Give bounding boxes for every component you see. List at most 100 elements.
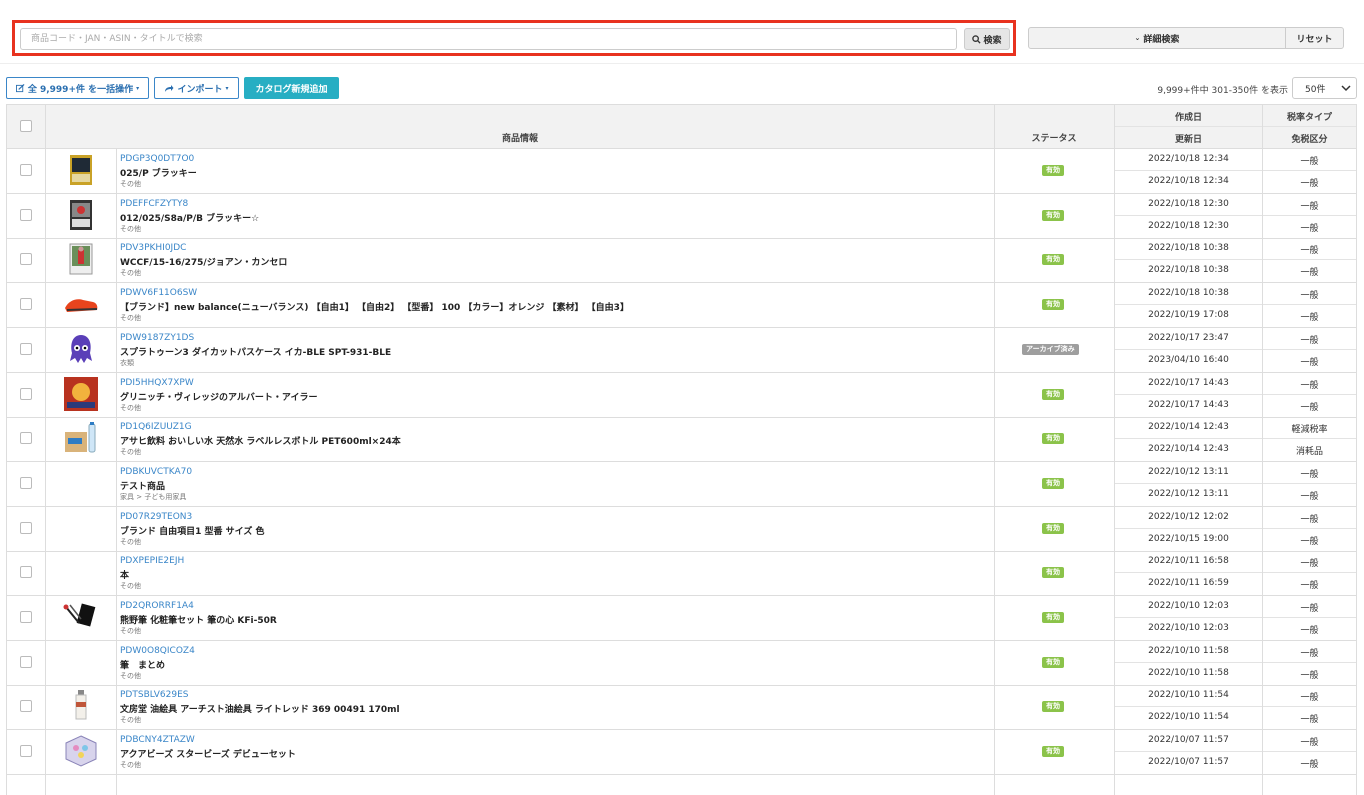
- row-checkbox[interactable]: [20, 208, 32, 221]
- product-code-link[interactable]: PD07R29TEON3: [120, 512, 192, 522]
- created-date: 2022/10/07 11:57: [1148, 735, 1229, 746]
- duty-type: 一般: [1300, 626, 1319, 636]
- row-split-line: [1115, 751, 1357, 753]
- product-title: 本: [120, 571, 130, 582]
- row-checkbox[interactable]: [20, 253, 32, 266]
- product-code-link[interactable]: PDGP3Q0DT7O0: [120, 154, 194, 164]
- product-table: 商品情報 ステータス 作成日 更新日 税率タイプ 免税区分 PDGP3Q0DT7…: [6, 104, 1357, 795]
- table-row[interactable]: PDBKUVCTKA70 テスト商品 家具 > 子ども用家具 有効 2022/10/12…: [6, 461, 1357, 507]
- updated-date: 2022/10/14 12:43: [1148, 444, 1229, 455]
- import-button[interactable]: インポート ▾: [154, 77, 239, 99]
- product-code-link[interactable]: PDBCNY4ZTAZW: [120, 735, 195, 745]
- duty-type: 一般: [1300, 223, 1319, 234]
- table-row[interactable]: PDTSBLV629ES 文房堂 油絵具 アーチスト油絵具 ライトレッド 369 …: [6, 684, 1357, 731]
- per-page-select[interactable]: 50件: [1292, 77, 1357, 99]
- tax-type: 一般: [1300, 201, 1319, 212]
- table-row[interactable]: PDW0O8QICOZ4 筆 まとめ その他 有効 2022/10/10 11:58 20…: [6, 640, 1357, 686]
- table-row[interactable]: PDEFFCFZYTY8 012/025/S8a/P/B ブラッキー☆ その他 有効 2…: [6, 193, 1357, 239]
- football-card-icon: [63, 241, 99, 277]
- created-date: 2022/10/18 12:34: [1148, 154, 1229, 164]
- product-code-link[interactable]: PDTSBLV629ES: [120, 690, 189, 700]
- reset-button[interactable]: リセット: [1285, 27, 1344, 49]
- product-title: アサヒ飲料 おいしい水 天然水 ラベルレスボトル PET600ml×24本: [120, 437, 401, 448]
- product-code-link[interactable]: PDEFFCFZYTY8: [120, 199, 188, 209]
- created-date: 2022/10/18 10:38: [1148, 243, 1229, 254]
- row-checkbox[interactable]: [20, 432, 32, 445]
- created-date: 2022/10/10 11:58: [1148, 645, 1229, 656]
- search-input[interactable]: 商品コード・JAN・ASIN・タイトルで検索: [20, 28, 957, 50]
- updated-date: 2022/10/12 13:11: [1148, 488, 1229, 499]
- updated-date: 2022/10/17 14:43: [1148, 399, 1229, 410]
- row-checkbox[interactable]: [20, 611, 32, 623]
- add-catalog-button[interactable]: カタログ新規追加: [244, 77, 339, 99]
- product-category: その他: [120, 180, 141, 188]
- grid-line: [994, 105, 995, 795]
- header-tax-type: 税率タイプ: [1286, 113, 1332, 123]
- row-split-line: [1115, 706, 1357, 708]
- product-code-link[interactable]: PDW9187ZY1DS: [120, 333, 194, 343]
- created-date: 2022/10/12 12:02: [1148, 511, 1229, 522]
- table-row[interactable]: PDWV6F11O6SW 【ブランド】new balance(ニューバランス) 【…: [6, 282, 1357, 329]
- row-checkbox[interactable]: [20, 700, 32, 713]
- product-code-link[interactable]: PDXPEPIE2EJH: [120, 556, 184, 566]
- table-row[interactable]: PDI5HHQX7XPW グリニッチ・ヴィレッジのアルバート・アイラー その他 有効 2…: [6, 372, 1357, 418]
- search-button[interactable]: 検索: [964, 28, 1010, 50]
- table-row[interactable]: PD1Q6IZUUZ1G アサヒ飲料 おいしい水 天然水 ラベルレスボトル PET…: [6, 416, 1357, 463]
- row-checkbox[interactable]: [20, 655, 32, 668]
- table-row[interactable]: PD07R29TEON3 ブランド 自由項目1 型番 サイズ 色その他 有効 2022…: [6, 506, 1357, 552]
- product-code-link[interactable]: PDI5HHQX7XPW: [120, 378, 194, 388]
- updated-date: 2022/10/07 11:57: [1148, 757, 1229, 768]
- table-row[interactable]: PDXPEPIE2EJH 本その他 有効 2022/10/11 16:58 2022/1…: [6, 550, 1357, 597]
- grid-line: [45, 105, 46, 795]
- product-code-link[interactable]: PDWV6F11O6SW: [120, 288, 197, 298]
- status-badge: 有効: [1042, 388, 1064, 400]
- product-category: その他: [120, 537, 141, 546]
- row-checkbox[interactable]: [20, 521, 32, 534]
- product-code-link[interactable]: PD2QRORRF1A4: [120, 601, 194, 611]
- product-category: 家具 > 子ども用家具: [120, 492, 187, 501]
- product-code-link[interactable]: PDW0O8QICOZ4: [120, 646, 195, 656]
- squid-icon: [63, 331, 99, 367]
- advanced-search-button[interactable]: ⌄ 詳細検索: [1028, 27, 1286, 49]
- row-checkbox[interactable]: [20, 566, 32, 579]
- header-created: 作成日: [1174, 113, 1202, 123]
- product-code-link[interactable]: PD1Q6IZUUZ1G: [120, 422, 192, 432]
- tax-type: 軽減税率: [1291, 425, 1328, 436]
- row-split-line: [1115, 304, 1357, 306]
- table-row[interactable]: PDBCNY4ZTAZW アクアビーズ スタービーズ デビューセット その他 有効 20…: [6, 729, 1357, 776]
- created-date: 2022/10/18 10:38: [1148, 288, 1229, 299]
- product-category: その他: [120, 716, 141, 725]
- status-badge: 有効: [1042, 433, 1064, 445]
- row-checkbox[interactable]: [20, 342, 32, 355]
- tax-type: 一般: [1300, 514, 1319, 525]
- product-title: 文房堂 油絵具 アーチスト油絵具 ライトレッド 369 00491 170ml: [120, 705, 400, 716]
- row-split-line: [1115, 393, 1357, 395]
- product-category: その他: [120, 582, 141, 591]
- table-row[interactable]: PDGP3Q0DT7O0 025/P ブラッキー その他 有効 2022/10/18 1…: [6, 148, 1357, 194]
- row-checkbox[interactable]: [20, 387, 32, 400]
- row-checkbox[interactable]: [20, 298, 32, 311]
- table-row[interactable]: PDW9187ZY1DS スプラトゥーン3 ダイカットパスケース イカ-BLE S…: [6, 327, 1357, 373]
- select-all-checkbox[interactable]: [20, 120, 32, 132]
- tax-type: 一般: [1300, 738, 1319, 749]
- status-badge: 有効: [1042, 209, 1064, 221]
- product-code-link[interactable]: PDBKUVCTKA70: [120, 467, 192, 477]
- product-code-link[interactable]: PDV3PKHI0JDC: [120, 243, 186, 253]
- status-badge: 有効: [1042, 701, 1064, 713]
- duty-type: 一般: [1300, 715, 1319, 726]
- table-row[interactable]: PD2QRORRF1A4 熊野筆 化粧筆セット 筆の心 KFi-50R その他 有効 2…: [6, 595, 1357, 641]
- created-date: 2022/10/17 14:43: [1148, 377, 1229, 388]
- updated-date: 2022/10/15 19:00: [1148, 533, 1229, 544]
- row-checkbox[interactable]: [20, 745, 32, 758]
- product-category: その他: [120, 403, 141, 412]
- row-checkbox[interactable]: [20, 164, 32, 176]
- tax-type: 一般: [1300, 380, 1319, 391]
- created-date: 2022/10/17 23:47: [1148, 332, 1229, 343]
- bulk-action-button[interactable]: 全 9,999+件 を一括操作 ▾: [6, 77, 149, 99]
- table-row[interactable]: PDV3PKHI0JDC WCCF/15-16/275/ジョアン・カンセロ その他 有…: [6, 237, 1357, 284]
- album-icon: [63, 376, 99, 412]
- updated-date: 2022/10/19 17:08: [1148, 310, 1229, 321]
- product-title: アクアビーズ スタービーズ デビューセット: [120, 750, 296, 761]
- header-split-line: [1115, 126, 1357, 127]
- row-checkbox[interactable]: [20, 476, 32, 489]
